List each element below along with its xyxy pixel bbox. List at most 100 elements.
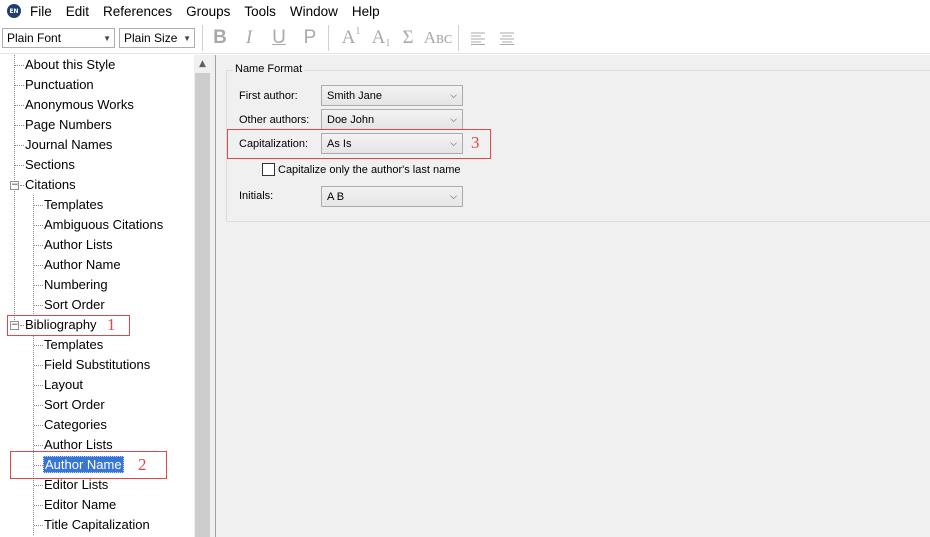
tree-guide — [33, 195, 34, 316]
menu-bar: EN File Edit References Groups Tools Win… — [0, 0, 930, 22]
tree-item-label: Journal Names — [25, 137, 113, 152]
scroll-up-icon[interactable]: ▲ — [194, 55, 211, 72]
tree-connector — [34, 525, 43, 526]
tree-item-label: Editor Name — [44, 497, 117, 512]
tree-connector — [34, 205, 43, 206]
collapse-icon[interactable]: − — [10, 181, 19, 190]
tree-item-citation-templates[interactable]: Templates — [43, 195, 104, 215]
symbol-button[interactable]: Σ — [396, 26, 420, 50]
annotation-number-3: 3 — [471, 133, 480, 152]
tree-item-field-substitutions[interactable]: Field Substitutions — [43, 355, 151, 375]
tree-item-editor-name[interactable]: Editor Name — [43, 495, 117, 515]
tree-connector — [15, 165, 24, 166]
tree-item-ambiguous-citations[interactable]: Ambiguous Citations — [43, 215, 164, 235]
tree-scrollbar[interactable]: ▲ — [194, 55, 211, 537]
tree-connector — [34, 285, 43, 286]
align-left-button[interactable] — [466, 26, 490, 50]
tree-item-journal-names[interactable]: Journal Names — [24, 135, 113, 155]
align-center-button[interactable] — [495, 26, 519, 50]
tree-connector — [34, 425, 43, 426]
tree-item-label: Categories — [44, 417, 107, 432]
tree-item-label: Page Numbers — [25, 117, 112, 132]
tree-item-citations[interactable]: Citations — [24, 175, 77, 195]
first-author-value: Smith Jane — [327, 89, 383, 102]
format-toolbar: Plain Font ▼ Plain Size ▼ B I U P A1 A1 … — [0, 22, 930, 54]
first-author-label: First author: — [239, 90, 298, 102]
tree-item-label: Anonymous Works — [25, 97, 134, 112]
capitalize-last-name-checkbox[interactable] — [262, 163, 275, 176]
bold-button[interactable]: B — [208, 26, 232, 50]
tree-item-punctuation[interactable]: Punctuation — [24, 75, 95, 95]
tree-item-label: Punctuation — [25, 77, 94, 92]
menu-groups[interactable]: Groups — [186, 4, 230, 19]
tree-connector — [34, 365, 43, 366]
subscript-button[interactable]: A1 — [368, 26, 394, 50]
tree-item-categories[interactable]: Categories — [43, 415, 108, 435]
tree-item-label: About this Style — [25, 57, 116, 72]
annotation-box-3 — [227, 129, 491, 159]
font-select[interactable]: Plain Font ▼ — [2, 28, 115, 48]
tree-item-citation-numbering[interactable]: Numbering — [43, 275, 109, 295]
initials-select[interactable]: A B ⌵ — [321, 186, 463, 207]
plain-button[interactable]: P — [298, 26, 322, 50]
smallcaps-button[interactable]: Aʙᴄ — [424, 26, 452, 50]
tree-item-label: Field Substitutions — [44, 357, 151, 372]
tree-connector — [34, 305, 43, 306]
app-icon[interactable]: EN — [7, 4, 21, 18]
annotation-number-1: 1 — [107, 315, 116, 334]
tree-item-citation-sort-order[interactable]: Sort Order — [43, 295, 106, 315]
first-author-select[interactable]: Smith Jane ⌵ — [321, 85, 463, 106]
toolbar-separator — [328, 25, 329, 51]
tree-item-bibliography-templates[interactable]: Templates — [43, 335, 104, 355]
tree-item-label: Numbering — [44, 277, 108, 292]
tree-item-bibliography-sort-order[interactable]: Sort Order — [43, 395, 106, 415]
superscript-glyph: A — [341, 27, 356, 48]
tree-item-page-numbers[interactable]: Page Numbers — [24, 115, 113, 135]
other-authors-label: Other authors: — [239, 114, 310, 126]
toolbar-separator — [202, 25, 203, 51]
tree-connector — [34, 245, 43, 246]
subscript-glyph: A — [371, 27, 386, 48]
capitalize-last-name-label[interactable]: Capitalize only the author's last name — [278, 164, 460, 176]
tree-item-label: Author Lists — [44, 237, 113, 252]
menu-window[interactable]: Window — [290, 4, 338, 19]
tree-item-label: Sort Order — [44, 397, 105, 412]
tree-connector — [34, 225, 43, 226]
other-authors-value: Doe John — [327, 113, 375, 126]
tree-connector — [15, 85, 24, 86]
tree-connector — [34, 345, 43, 346]
underline-button[interactable]: U — [267, 26, 291, 50]
other-authors-select[interactable]: Doe John ⌵ — [321, 109, 463, 130]
align-left-icon — [471, 32, 485, 45]
italic-button[interactable]: I — [237, 26, 261, 50]
tree-item-label: Citations — [25, 177, 76, 192]
tree-item-label: Author Name — [44, 257, 121, 272]
tree-item-citation-author-name[interactable]: Author Name — [43, 255, 122, 275]
tree-guide — [14, 55, 15, 330]
align-center-icon — [500, 32, 514, 45]
tree-item-layout[interactable]: Layout — [43, 375, 84, 395]
size-select[interactable]: Plain Size ▼ — [119, 28, 195, 48]
tree-item-about[interactable]: About this Style — [24, 55, 116, 75]
tree-item-label: Sections — [25, 157, 75, 172]
menu-references[interactable]: References — [103, 4, 172, 19]
menu-tools[interactable]: Tools — [244, 4, 276, 19]
initials-value: A B — [327, 190, 345, 203]
scrollbar-thumb[interactable] — [195, 73, 210, 537]
tree-connector — [34, 265, 43, 266]
annotation-number-2: 2 — [138, 455, 147, 474]
tree-item-label: Ambiguous Citations — [44, 217, 164, 232]
tree-item-sections[interactable]: Sections — [24, 155, 76, 175]
tree-item-anonymous-works[interactable]: Anonymous Works — [24, 95, 135, 115]
superscript-mark: 1 — [355, 25, 361, 37]
superscript-button[interactable]: A1 — [338, 26, 364, 50]
tree-item-label: Title Capitalization — [44, 517, 150, 532]
subscript-mark: 1 — [385, 37, 391, 49]
menu-help[interactable]: Help — [352, 4, 380, 19]
initials-label: Initials: — [239, 190, 274, 202]
tree-item-title-capitalization[interactable]: Title Capitalization — [43, 515, 151, 535]
menu-file[interactable]: File — [30, 4, 52, 19]
toolbar-separator — [458, 25, 459, 51]
tree-item-citation-author-lists[interactable]: Author Lists — [43, 235, 114, 255]
menu-edit[interactable]: Edit — [66, 4, 89, 19]
